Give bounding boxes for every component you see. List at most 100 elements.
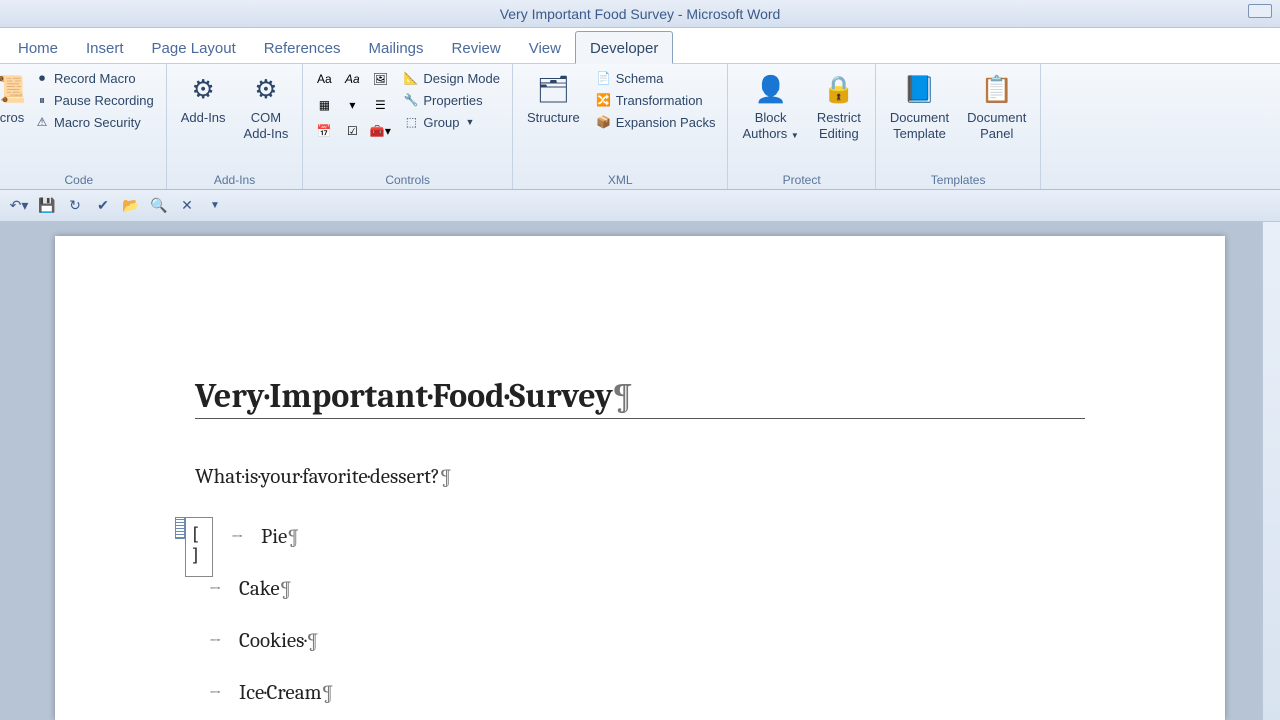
group-controls: Aa Aa 🖼 ▦ ▾ ☰ 📅 ☑ 🧰▾ 📐 Desig xyxy=(303,64,513,189)
group-code-label: Code xyxy=(0,171,158,187)
schema-icon: 📄 xyxy=(596,70,612,86)
option-row-pie[interactable]: [ ] → Pie¶ xyxy=(195,525,1085,549)
com-addins-button[interactable]: ⚙ COM Add-Ins xyxy=(238,68,295,143)
document-panel-button[interactable]: 📋 Document Panel xyxy=(961,68,1032,143)
tab-developer[interactable]: Developer xyxy=(575,31,673,64)
group-button[interactable]: ⬚ Group ▼ xyxy=(399,112,504,132)
dropdown-arrow-icon: ▼ xyxy=(791,131,799,140)
repeat-button[interactable]: ↻ xyxy=(64,195,86,217)
vertical-scrollbar[interactable] xyxy=(1262,222,1280,720)
restrict-editing-icon: 🔒 xyxy=(819,70,859,110)
tab-mark-icon: → xyxy=(209,632,223,650)
block-authors-button[interactable]: 👤 Block Authors ▼ xyxy=(736,68,804,143)
structure-button[interactable]: 🗂 Structure xyxy=(521,68,586,128)
pilcrow-icon: ¶ xyxy=(322,681,334,705)
design-mode-button[interactable]: 📐 Design Mode xyxy=(399,68,504,88)
save-button[interactable]: 💾 xyxy=(36,195,58,217)
addins-button[interactable]: ⚙ Add-Ins xyxy=(175,68,232,128)
group-xml: 🗂 Structure 📄 Schema 🔀 Transformation 📦 … xyxy=(513,64,728,189)
content-control-selected[interactable]: [ ] xyxy=(175,517,213,577)
ribbon-tabs: Home Insert Page Layout References Maili… xyxy=(0,28,1280,64)
open-button[interactable]: 📂 xyxy=(120,195,142,217)
design-mode-icon: 📐 xyxy=(403,70,419,86)
document-area[interactable]: Very·Important·Food·Survey¶ What·is·your… xyxy=(0,222,1280,720)
structure-icon: 🗂 xyxy=(533,70,573,110)
option-label: Cookies· xyxy=(239,629,307,653)
com-addins-icon: ⚙ xyxy=(246,70,286,110)
tab-page-layout[interactable]: Page Layout xyxy=(138,32,250,63)
restrict-editing-button[interactable]: 🔒 Restrict Editing xyxy=(811,68,867,143)
spelling-button[interactable]: ✔ xyxy=(92,195,114,217)
expansion-packs-icon: 📦 xyxy=(596,114,612,130)
tab-mark-icon: → xyxy=(209,580,223,598)
document-template-button[interactable]: 📘 Document Template xyxy=(884,68,955,143)
record-macro-button[interactable]: ⏺ Record Macro xyxy=(30,68,158,88)
pilcrow-icon: ¶ xyxy=(307,629,319,653)
tab-mailings[interactable]: Mailings xyxy=(355,32,438,63)
macro-security-button[interactable]: ⚠ Macro Security xyxy=(30,112,158,132)
picture-control-button[interactable]: 🖼 xyxy=(367,68,393,90)
tab-references[interactable]: References xyxy=(250,32,355,63)
option-row-cookies[interactable]: → Cookies·¶ xyxy=(195,629,1085,653)
group-addins: ⚙ Add-Ins ⚙ COM Add-Ins Add-Ins xyxy=(167,64,304,189)
dropdown-arrow-icon: ▼ xyxy=(466,117,475,127)
document-template-icon: 📘 xyxy=(900,70,940,110)
title-bar: Very Important Food Survey - Microsoft W… xyxy=(0,0,1280,28)
transformation-icon: 🔀 xyxy=(596,92,612,108)
transformation-button[interactable]: 🔀 Transformation xyxy=(592,90,720,110)
window-title: Very Important Food Survey - Microsoft W… xyxy=(500,6,781,22)
content-control-handle[interactable] xyxy=(175,517,185,539)
document-page[interactable]: Very·Important·Food·Survey¶ What·is·your… xyxy=(55,236,1225,720)
combo-box-control-button[interactable]: ▾ xyxy=(339,94,365,116)
content-control-box[interactable]: [ ] xyxy=(185,517,213,577)
checkbox-control-button[interactable]: ☑ xyxy=(339,120,365,142)
print-preview-button[interactable]: 🔍 xyxy=(148,195,170,217)
minimize-button[interactable] xyxy=(1248,4,1272,18)
pause-icon: ⏸ xyxy=(34,92,50,108)
rich-text-control-button[interactable]: Aa xyxy=(311,68,337,90)
properties-button[interactable]: 🔧 Properties xyxy=(399,90,504,110)
macros-button[interactable]: 📜 cros xyxy=(0,68,24,128)
option-label: Cake xyxy=(239,577,280,601)
group-templates: 📘 Document Template 📋 Document Panel Tem… xyxy=(876,64,1042,189)
group-templates-label: Templates xyxy=(884,171,1033,187)
block-authors-icon: 👤 xyxy=(751,70,791,110)
option-row-cake[interactable]: → Cake¶ xyxy=(195,577,1085,601)
group-protect-label: Protect xyxy=(736,171,866,187)
document-question[interactable]: What·is·your·favorite·dessert?¶ xyxy=(195,465,1085,489)
close-doc-button[interactable]: ✕ xyxy=(176,195,198,217)
undo-button[interactable]: ↶▾ xyxy=(8,195,30,217)
legacy-tools-button[interactable]: 🧰▾ xyxy=(367,120,393,142)
pause-recording-button[interactable]: ⏸ Pause Recording xyxy=(30,90,158,110)
tab-review[interactable]: Review xyxy=(438,32,515,63)
group-icon: ⬚ xyxy=(403,114,419,130)
option-label: Pie xyxy=(261,525,287,549)
record-macro-icon: ⏺ xyxy=(34,70,50,86)
tab-insert[interactable]: Insert xyxy=(72,32,138,63)
document-panel-icon: 📋 xyxy=(977,70,1017,110)
content-control-placeholder: [ ] xyxy=(190,524,212,566)
schema-button[interactable]: 📄 Schema xyxy=(592,68,720,88)
document-title[interactable]: Very·Important·Food·Survey¶ xyxy=(195,376,1085,419)
ribbon: 📜 cros ⏺ Record Macro ⏸ Pause Recording … xyxy=(0,64,1280,190)
group-xml-label: XML xyxy=(521,171,719,187)
customize-qat-button[interactable]: ▼ xyxy=(204,195,226,217)
option-row-ice-cream[interactable]: → Ice·Cream¶ xyxy=(195,681,1085,705)
security-icon: ⚠ xyxy=(34,114,50,130)
plain-text-control-button[interactable]: Aa xyxy=(339,68,365,90)
building-block-control-button[interactable]: ▦ xyxy=(311,94,337,116)
tab-home[interactable]: Home xyxy=(4,32,72,63)
tab-view[interactable]: View xyxy=(515,32,575,63)
pilcrow-icon: ¶ xyxy=(280,577,292,601)
expansion-packs-button[interactable]: 📦 Expansion Packs xyxy=(592,112,720,132)
date-picker-control-button[interactable]: 📅 xyxy=(311,120,337,142)
group-code: 📜 cros ⏺ Record Macro ⏸ Pause Recording … xyxy=(0,64,167,189)
dropdown-list-control-button[interactable]: ☰ xyxy=(367,94,393,116)
pilcrow-icon: ¶ xyxy=(613,376,633,416)
tab-mark-icon: → xyxy=(231,528,245,546)
macros-icon: 📜 xyxy=(0,70,24,110)
pilcrow-icon: ¶ xyxy=(440,465,452,489)
tab-mark-icon: → xyxy=(209,684,223,702)
quick-access-toolbar: ↶▾ 💾 ↻ ✔ 📂 🔍 ✕ ▼ xyxy=(0,190,1280,222)
macros-label: cros xyxy=(0,110,24,126)
